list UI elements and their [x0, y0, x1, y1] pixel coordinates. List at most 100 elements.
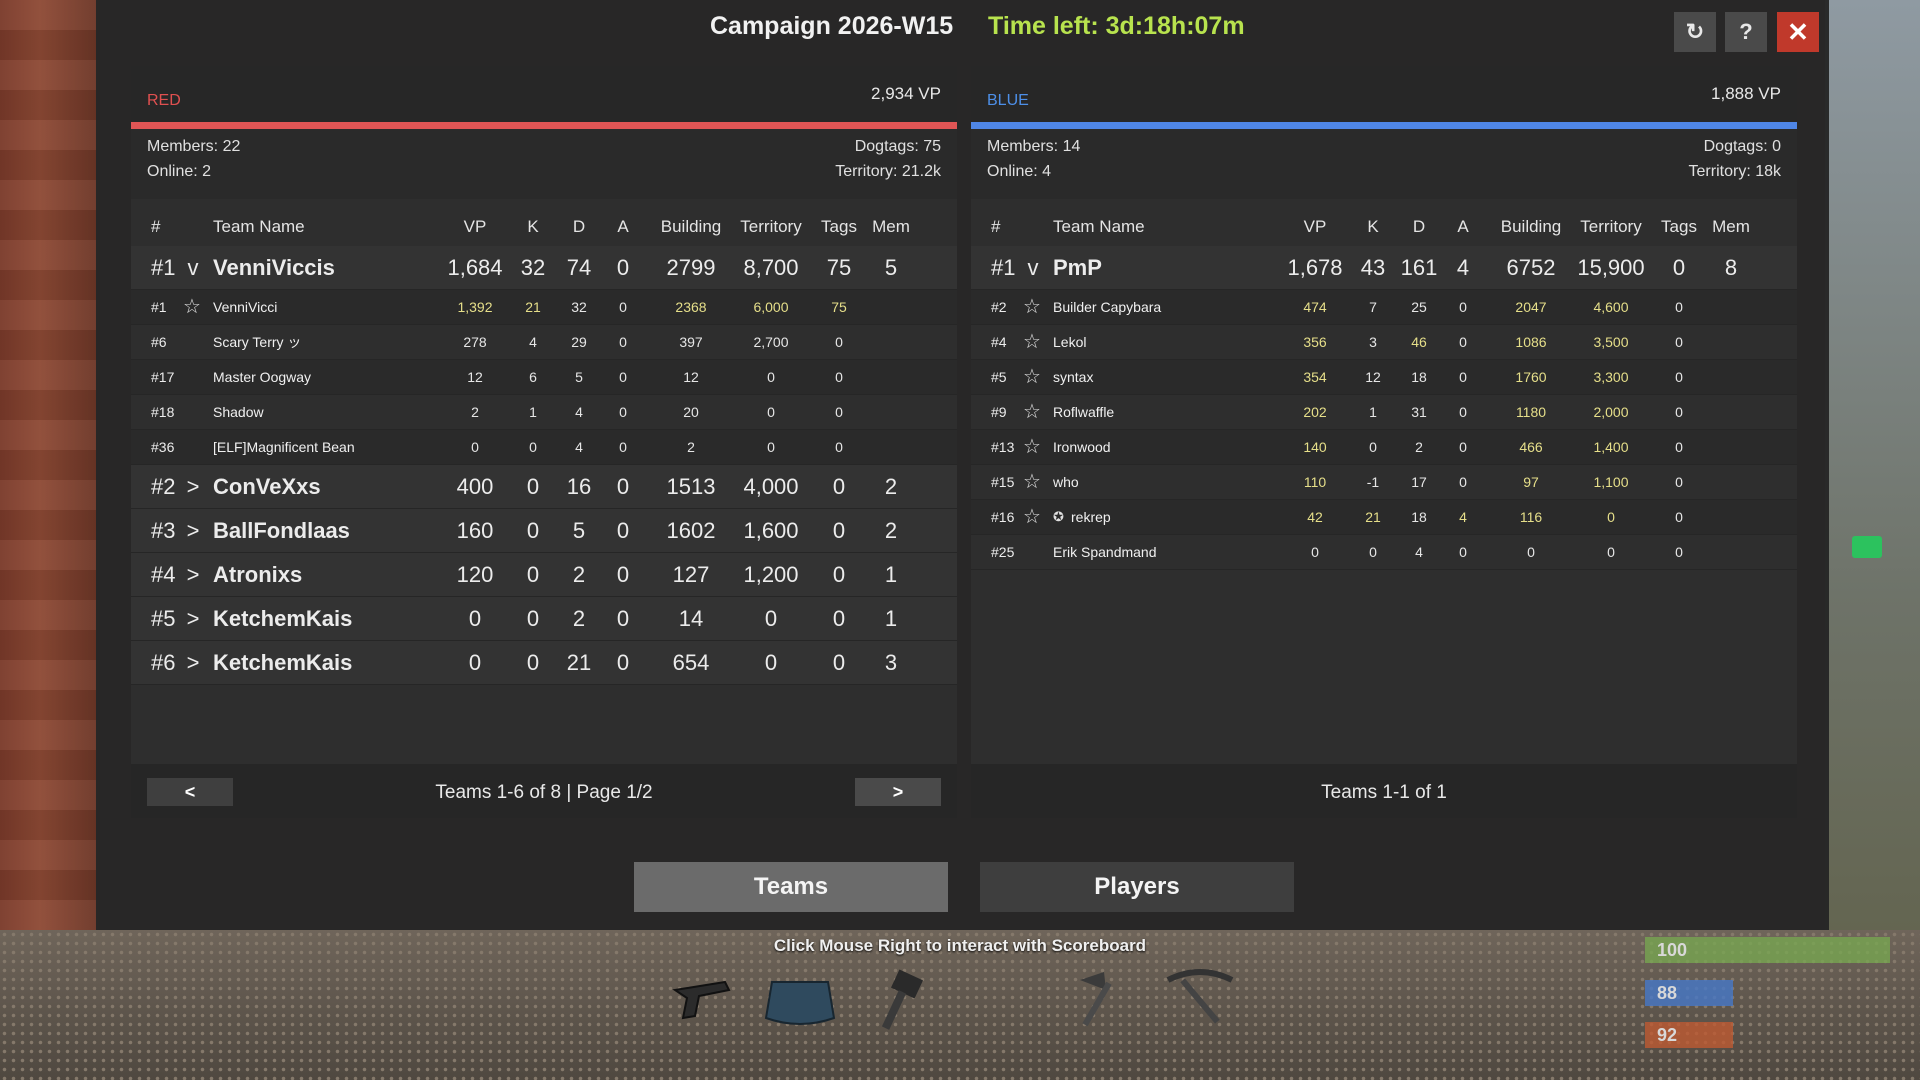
close-button[interactable]: ✕ — [1777, 12, 1819, 52]
building-cell: 466 — [1519, 439, 1543, 455]
player-row[interactable]: #25 Erik Spandmand 0 0 4 0 0 0 0 — [971, 535, 1797, 570]
help-icon: ? — [1739, 19, 1753, 44]
table-header: # Team Name VP K D A Building Territory Tags Mem — [971, 206, 1797, 246]
player-row[interactable]: #1 ☆ VenniVicci 1,392 21 32 0 2368 6,000 75 — [131, 290, 957, 325]
mem-cell: 3 — [884, 650, 898, 675]
interaction-hint: Click Mouse Right to interact with Score… — [773, 936, 1147, 955]
player-name: BallFondlaas — [213, 518, 350, 543]
player-row[interactable]: #13 ☆ Ironwood 140 0 2 0 466 1,400 0 — [971, 430, 1797, 465]
badge-icon: ✪ — [1053, 509, 1064, 524]
rank-cell: #6 — [151, 334, 167, 350]
player-name: [ELF]Magnificent Bean — [213, 439, 355, 455]
player-name: syntax — [1053, 369, 1094, 385]
revolver-icon — [672, 980, 731, 1020]
rank-cell: #5 — [991, 369, 1007, 385]
team-row[interactable]: #2 > ConVeXxs 400 0 16 0 1513 4,000 0 2 — [131, 465, 957, 509]
team-row[interactable]: #1 v PmP 1,678 43 161 4 6752 15,900 0 8 — [971, 246, 1797, 290]
wall-left — [0, 0, 100, 1080]
player-row[interactable]: #9 ☆ Roflwaffle 202 1 31 0 1180 2,000 0 — [971, 395, 1797, 430]
building-cell: 2368 — [675, 299, 707, 315]
star-icon[interactable]: ☆ — [1023, 430, 1041, 464]
building-cell: 20 — [683, 404, 699, 420]
online-count: Online: 4 — [987, 163, 1052, 180]
star-icon[interactable]: ☆ — [1023, 500, 1041, 534]
star-icon[interactable]: ☆ — [1023, 325, 1041, 359]
star-icon[interactable]: ☆ — [1023, 360, 1041, 394]
building-cell: 2047 — [1515, 299, 1547, 315]
team-vp: 1,888 VP — [1711, 84, 1781, 103]
team-color-bar — [971, 122, 1797, 129]
members-count: Members: 22 — [147, 138, 241, 155]
player-name: PmP — [1053, 255, 1102, 280]
building-cell: 127 — [672, 562, 710, 587]
team-row[interactable]: #5 > KetchemKais 0 0 2 0 14 0 0 1 — [131, 597, 957, 641]
refresh-icon: ↻ — [1685, 19, 1705, 44]
mem-cell: 2 — [884, 518, 898, 543]
player-row[interactable]: #15 ☆ who 110 -1 17 0 97 1,100 0 — [971, 465, 1797, 500]
tab-players[interactable]: Players — [980, 862, 1294, 912]
team-row[interactable]: #1 v VenniViccis 1,684 32 74 0 2799 8,700 75 5 — [131, 246, 957, 290]
rank-cell: #17 — [151, 369, 175, 385]
star-icon[interactable]: ☆ — [183, 290, 201, 324]
player-name: who — [1053, 474, 1079, 490]
tab-teams[interactable]: Teams — [634, 862, 948, 912]
tags-cell: 0 — [1675, 474, 1683, 490]
team-panel-blue: BLUE 1,888 VP Members: 14 Online: 4 Dogt… — [971, 66, 1797, 818]
tags-cell: 0 — [835, 439, 843, 455]
table-header: # Team Name VP K D A Building Territory Tags Mem — [131, 206, 957, 246]
team-name: RED — [147, 92, 181, 109]
col-header-mem: Mem — [1712, 217, 1750, 236]
building-cell: 6752 — [1506, 255, 1556, 280]
player-row[interactable]: #16 ☆ rekrep ✪ 42 21 18 4 116 0 0 — [971, 500, 1797, 535]
team-header: BLUE 1,888 VP — [971, 66, 1797, 122]
player-row[interactable]: #5 ☆ syntax 354 12 18 0 1760 3,300 0 — [971, 360, 1797, 395]
territory-total: Territory: 21.2k — [835, 163, 941, 180]
building-cell: 12 — [683, 369, 699, 385]
player-row[interactable]: #17 Master Oogway 12 6 5 0 12 0 0 — [131, 360, 957, 395]
team-table: #1 v PmP 1,678 43 161 4 6752 15,900 0 8 #2 ☆ Builder … — [971, 246, 1797, 570]
player-name: KetchemKais — [213, 606, 353, 631]
water-bar: 88 — [1645, 980, 1733, 1006]
star-icon[interactable]: ☆ — [1023, 395, 1041, 429]
building-cell: 97 — [1523, 474, 1539, 490]
tags-cell: 0 — [1675, 404, 1683, 420]
building-cell: 14 — [678, 606, 704, 631]
player-name: ConVeXxs — [213, 474, 321, 499]
player-row[interactable]: #36 [ELF]Magnificent Bean 0 0 4 0 2 0 0 — [131, 430, 957, 465]
star-icon[interactable]: ☆ — [1023, 465, 1041, 499]
building-cell: 1180 — [1515, 404, 1547, 420]
col-header-team-name: Team Name — [213, 217, 305, 236]
help-button[interactable]: ? — [1725, 12, 1767, 52]
star-icon[interactable]: ☆ — [1023, 290, 1041, 324]
player-name: Atronixs — [213, 562, 303, 587]
player-name: Roflwaffle — [1053, 404, 1115, 420]
player-row[interactable]: #4 ☆ Lekol 356 3 46 0 1086 3,500 0 — [971, 325, 1797, 360]
player-row[interactable]: #2 ☆ Builder Capybara 474 7 25 0 2047 4,600 0 — [971, 290, 1797, 325]
view-tabs: Teams Players — [96, 852, 1829, 912]
player-row[interactable]: #6 Scary Terry ッ 278 4 29 0 397 2,700 0 — [131, 325, 957, 360]
mem-cell: 2 — [884, 474, 898, 499]
mem-cell: 5 — [884, 255, 898, 280]
team-row[interactable]: #6 > KetchemKais 0 0 21 0 654 0 0 3 — [131, 641, 957, 685]
rank-cell: #2 — [991, 299, 1007, 315]
members-count: Members: 14 — [987, 138, 1081, 155]
building-cell: 1760 — [1515, 369, 1547, 385]
building-cell: 1513 — [666, 474, 716, 499]
team-panel-red: RED 2,934 VP Members: 22 Online: 2 Dogta… — [131, 66, 957, 818]
tags-cell: 0 — [1675, 439, 1683, 455]
pickaxe-icon — [1166, 969, 1234, 1024]
pagination-label: Teams 1-1 of 1 — [1321, 782, 1447, 803]
tags-cell: 0 — [835, 334, 843, 350]
dogtags-count: Dogtags: 75 — [854, 138, 941, 155]
team-row[interactable]: #4 > Atronixs 120 0 2 0 127 1,200 0 1 — [131, 553, 957, 597]
player-name: Lekol — [1053, 334, 1087, 350]
refresh-button[interactable]: ↻ — [1674, 12, 1716, 52]
building-cell: 2 — [687, 439, 695, 455]
rank-cell: #13 — [991, 439, 1015, 455]
player-row[interactable]: #18 Shadow 2 1 4 0 20 0 0 — [131, 395, 957, 430]
team-header: RED 2,934 VP — [131, 66, 957, 122]
team-row[interactable]: #3 > BallFondlaas 160 0 5 0 1602 1,600 0 2 — [131, 509, 957, 553]
hammer-icon — [881, 969, 924, 1030]
next-page-button[interactable]: > — [855, 778, 941, 806]
player-name: Scary Terry ッ — [213, 334, 302, 350]
